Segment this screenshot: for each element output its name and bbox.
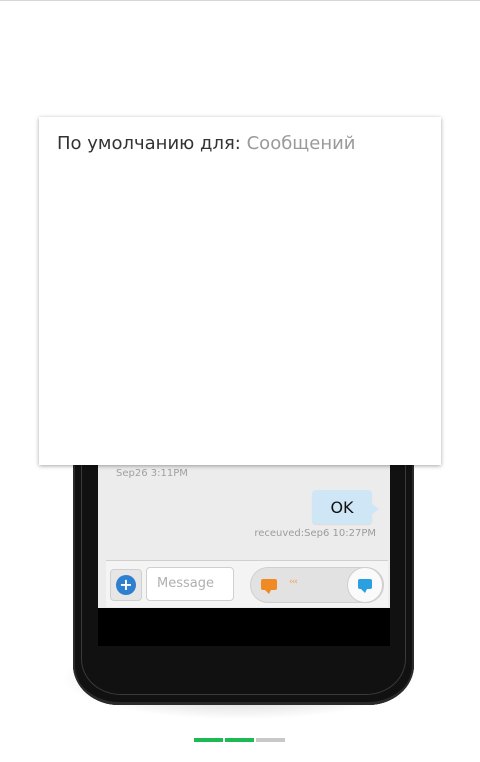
compose-bar: + Message ‹‹‹ xyxy=(106,560,388,607)
message-input: Message xyxy=(146,567,234,601)
top-divider xyxy=(0,0,480,1)
page-indicator xyxy=(194,738,286,742)
dialog-title-prefix: По умолчанию для: xyxy=(57,133,241,154)
message-timestamp: Sep26 3:11PM xyxy=(116,468,188,479)
page-dot-3 xyxy=(256,738,285,742)
message-bubble: OK xyxy=(312,490,372,524)
add-attachment-button: + xyxy=(110,569,142,601)
left-arrows-icon: ‹‹‹ xyxy=(289,577,298,587)
send-mode-toggle: ‹‹‹ xyxy=(250,567,384,603)
phone-bezel-bottom xyxy=(98,608,390,646)
default-app-dialog: По умолчанию для: Сообщений xyxy=(39,117,441,465)
received-timestamp: receuved:Sep6 10:27PM xyxy=(254,528,376,539)
toggle-knob xyxy=(347,567,383,603)
page-dot-1 xyxy=(194,738,223,742)
dialog-title: По умолчанию для: Сообщений xyxy=(57,133,356,154)
page-dot-2 xyxy=(225,738,254,742)
orange-chat-icon xyxy=(261,579,277,594)
blue-chat-icon xyxy=(358,579,372,593)
plus-circle-icon: + xyxy=(116,575,136,595)
dialog-title-app: Сообщений xyxy=(246,133,356,154)
bubble-tail xyxy=(372,504,379,514)
